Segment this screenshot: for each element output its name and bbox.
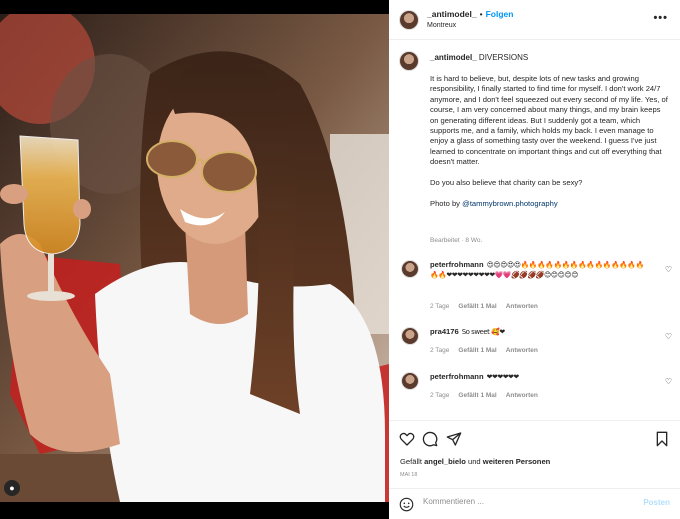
comment-meta: 2 Tage Gefällt 1 Mal Antworten [430, 303, 547, 310]
user-tag-icon[interactable]: ● [4, 480, 20, 496]
header-username[interactable]: _antimodel_ [427, 9, 477, 19]
more-dots-icon[interactable]: ••• [653, 12, 668, 24]
comment-text: ❤❤❤❤❤❤ [486, 373, 520, 381]
comment-body: peterfrohmann ❤❤❤❤❤❤ [430, 372, 652, 382]
comment-avatar[interactable] [401, 372, 419, 390]
post-comment-button[interactable]: Posten [643, 498, 670, 507]
comment-avatar[interactable] [401, 260, 419, 278]
comment-likes[interactable]: Gefällt 1 Mal [458, 303, 496, 310]
separator-dot: • [479, 9, 483, 19]
comment-meta: 2 Tage Gefällt 1 Mal Antworten [430, 347, 547, 354]
action-bar: Gefällt angel_bielo und weiteren Persone… [389, 420, 680, 488]
comment-likes[interactable]: Gefällt 1 Mal [458, 392, 496, 399]
caption-header: _antimodel_ DIVERSIONS [430, 53, 528, 62]
bookmark-icon[interactable] [654, 431, 670, 447]
reply-button[interactable]: Antworten [506, 303, 538, 310]
comment-username[interactable]: peterfrohmann [430, 260, 484, 269]
caption-avatar[interactable] [399, 51, 419, 71]
photographer-mention[interactable]: @tammybrown.photography [462, 199, 558, 208]
comment-time[interactable]: 2 Tage [430, 392, 449, 399]
caption-paragraph: It is hard to believe, but, despite lots… [430, 74, 668, 167]
post-panel: _antimodel_ • Folgen Montreux ••• _antimod… [389, 0, 680, 519]
photo-credit: Photo by @tammybrown.photography [430, 199, 670, 209]
like-heart-icon[interactable] [399, 431, 415, 447]
photo-illustration [0, 14, 389, 502]
photo-credit-label: Photo by [430, 198, 460, 208]
comment-likes[interactable]: Gefällt 1 Mal [458, 347, 496, 354]
likes-summary: Gefällt angel_bielo und weiteren Persone… [400, 457, 550, 466]
comment-time[interactable]: 2 Tage [430, 347, 449, 354]
comments-scroll-area[interactable]: _antimodel_ DIVERSIONS It is hard to bel… [389, 41, 680, 419]
post-header: _antimodel_ • Folgen Montreux ••• [389, 0, 680, 40]
caption-text: It is hard to believe, but, despite lots… [430, 74, 670, 220]
caption-username[interactable]: _antimodel_ [430, 53, 477, 62]
comment-body: pra4176 So sweet 🥰❤ [430, 327, 652, 337]
comment-username[interactable]: pra4176 [430, 327, 459, 336]
follow-button[interactable]: Folgen [486, 9, 514, 19]
post-photo[interactable]: ● [0, 14, 389, 502]
share-paper-plane-icon[interactable] [446, 431, 462, 447]
location-link[interactable]: Montreux [427, 22, 456, 29]
header-user-row: _antimodel_ • Folgen [427, 9, 513, 19]
comment-bubble-icon[interactable] [422, 431, 438, 447]
likes-prefix: Gefällt [400, 457, 422, 466]
liker-username[interactable]: angel_bielo [424, 457, 466, 466]
comment-like-heart-icon[interactable]: ♡ [665, 332, 672, 341]
comment-composer: Posten [389, 488, 680, 519]
comment-like-heart-icon[interactable]: ♡ [665, 377, 672, 386]
comment-meta: 2 Tage Gefällt 1 Mal Antworten [430, 392, 547, 399]
comment-text: So sweet 🥰❤ [461, 328, 506, 336]
caption-paragraph: Do you also believe that charity can be … [430, 178, 583, 188]
avatar[interactable] [399, 10, 419, 30]
likes-conjunction: und [467, 457, 481, 466]
comment-input[interactable] [423, 497, 623, 506]
comment-time[interactable]: 2 Tage [430, 303, 449, 310]
comment-body: peterfrohmann 😍😍😍😍😍🔥🔥🔥🔥🔥🔥🔥🔥🔥🔥🔥🔥🔥🔥🔥🔥🔥❤❤❤❤❤… [430, 260, 652, 280]
comment-avatar[interactable] [401, 327, 419, 345]
edited-timestamp: Bearbeitet · 8 Wo. [430, 237, 483, 244]
reply-button[interactable]: Antworten [506, 392, 538, 399]
post-date[interactable]: MAI 18 [400, 472, 417, 478]
emoji-smiley-icon[interactable] [399, 497, 414, 512]
comment-like-heart-icon[interactable]: ♡ [665, 265, 672, 274]
caption-title: DIVERSIONS [478, 53, 529, 62]
reply-button[interactable]: Antworten [506, 347, 538, 354]
comment-username[interactable]: peterfrohmann [430, 372, 484, 381]
other-likers-link[interactable]: weiteren Personen [483, 457, 551, 466]
